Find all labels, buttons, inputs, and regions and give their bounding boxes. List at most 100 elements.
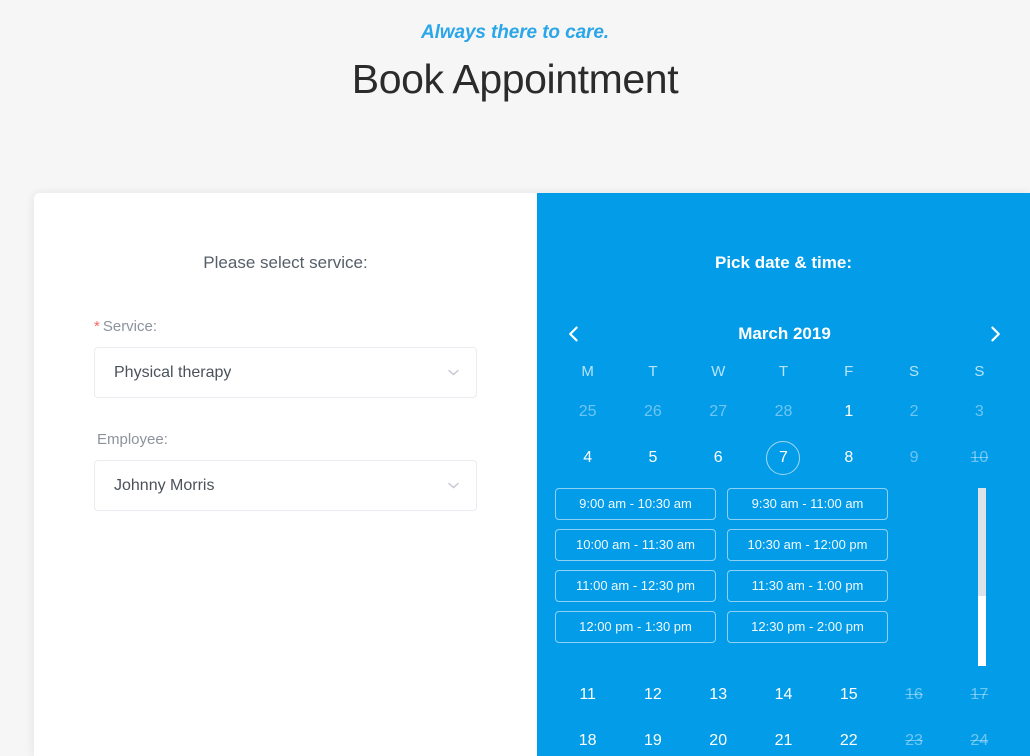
calendar-panel: Pick date & time: March 2019 MTWTFSS 25 2… [537,193,1030,756]
calendar-day-cell[interactable]: 20 [686,724,751,756]
weekday-header-row: MTWTFSS [537,361,1030,383]
calendar-day-cell[interactable]: 21 [751,724,816,756]
scrollbar-thumb[interactable] [978,596,986,666]
calendar-day-number: 2 [909,403,919,420]
time-slot-button[interactable]: 11:30 am - 1:00 pm [727,570,888,602]
month-navigation-bar: March 2019 [537,316,1030,352]
calendar-day-number: 28 [774,403,793,420]
calendar-day-number: 21 [774,732,793,749]
calendar-day-cell[interactable]: 15 [816,678,881,712]
calendar-day-cell: 23 [881,724,946,756]
calendar-weeks-tail: 11 12 13 14 15 16 17 18 19 20 21 22 23 24 [537,678,1030,756]
calendar-week-row: 11 12 13 14 15 16 17 [537,678,1030,712]
calendar-day-cell[interactable]: 18 [555,724,620,756]
calendar-weeks: 25 26 27 28 1 2 3 4 5 6 7 8 9 10 [537,395,1030,475]
chevron-left-icon[interactable] [561,321,587,347]
weekday-cell: F [844,363,854,380]
time-slot-button[interactable]: 12:30 pm - 2:00 pm [727,611,888,643]
service-select[interactable]: Physical therapy [94,347,477,398]
calendar-week-row: 25 26 27 28 1 2 3 [537,395,1030,429]
service-field-group: * Service: Physical therapy [94,316,477,398]
calendar-day-number: 24 [970,732,989,749]
calendar-panel-heading: Pick date & time: [715,253,852,272]
calendar-day-cell[interactable]: 19 [620,724,685,756]
calendar-day-number: 12 [644,686,662,703]
time-slot-button[interactable]: 10:30 am - 12:00 pm [727,529,888,561]
chevron-right-icon[interactable] [982,321,1008,347]
employee-select-value: Johnny Morris [114,476,215,494]
calendar-day-cell: 10 [947,441,1012,475]
page-header: Always there to care. Book Appointment [0,0,1030,107]
calendar-day-number: 5 [648,449,658,466]
calendar-day-number: 3 [974,403,984,420]
calendar-day-cell: 25 [555,395,620,429]
calendar-day-number: 25 [578,403,597,420]
weekday-cell: S [974,363,985,380]
calendar-day-cell: 9 [881,441,946,475]
employee-label-text: Employee: [97,431,168,448]
calendar-day-cell: 17 [947,678,1012,712]
calendar-day-number: 8 [844,449,854,466]
calendar-day-cell[interactable]: 4 [555,441,620,475]
service-select-value: Physical therapy [114,363,232,381]
calendar-day-number: 23 [905,732,923,749]
time-slot-button[interactable]: 11:00 am - 12:30 pm [555,570,716,602]
booking-card: Please select service: * Service: Physica… [34,193,1030,756]
calendar-day-number: 18 [578,732,597,749]
calendar-day-number: 7 [766,441,801,475]
calendar-day-cell: 28 [751,395,816,429]
calendar-day-cell: 26 [620,395,685,429]
calendar-day-number: 14 [774,686,793,703]
calendar-day-number: 17 [970,686,989,703]
service-panel-heading: Please select service: [203,253,368,272]
weekday-cell: M [581,363,594,380]
service-field-label: * Service: [94,316,477,338]
time-slot-button[interactable]: 9:00 am - 10:30 am [555,488,716,520]
time-slot-button[interactable]: 9:30 am - 11:00 am [727,488,888,520]
page-title: Book Appointment [351,56,679,102]
calendar-day-number: 26 [644,403,662,420]
time-slots-grid: 9:00 am - 10:30 am 9:30 am - 11:00 am 10:0… [555,488,889,643]
calendar-day-number: 19 [644,732,662,749]
calendar-day-cell[interactable]: 6 [686,441,751,475]
calendar-day-number: 13 [709,686,728,703]
calendar-day-cell[interactable]: 14 [751,678,816,712]
calendar-day-cell[interactable]: 7 [751,441,816,475]
time-slot-button[interactable]: 12:00 pm - 1:30 pm [555,611,716,643]
calendar-week-row: 4 5 6 7 8 9 10 [537,441,1030,475]
weekday-cell: S [909,363,920,380]
calendar-day-cell[interactable]: 22 [816,724,881,756]
calendar-day-number: 6 [713,449,723,466]
required-asterisk-icon: * [94,318,100,335]
calendar-day-number: 27 [709,403,728,420]
calendar-day-number: 15 [839,686,858,703]
employee-field-group: Employee: Johnny Morris [94,429,477,511]
calendar-day-cell[interactable]: 12 [620,678,685,712]
calendar-day-cell: 2 [881,395,946,429]
service-label-text: Service: [102,318,158,335]
time-slots-scrollbar[interactable] [978,488,986,666]
calendar-week-row: 18 19 20 21 22 23 24 [537,724,1030,756]
calendar-day-cell[interactable]: 5 [620,441,685,475]
chevron-down-icon [447,366,460,379]
calendar-day-cell[interactable]: 1 [816,395,881,429]
time-slot-button[interactable]: 10:00 am - 11:30 am [555,529,716,561]
service-panel: Please select service: * Service: Physica… [34,193,537,756]
calendar-day-number: 9 [909,449,919,466]
calendar-day-number: 16 [905,686,923,703]
chevron-down-icon [447,479,460,492]
calendar-day-number: 11 [579,686,596,703]
calendar-day-number: 22 [839,732,858,749]
calendar-day-cell: 16 [881,678,946,712]
calendar-day-cell[interactable]: 8 [816,441,881,475]
calendar-day-number: 1 [844,403,854,420]
tagline: Always there to care. [421,22,609,43]
calendar-day-cell[interactable]: 11 [555,678,620,712]
calendar-day-cell[interactable]: 13 [686,678,751,712]
employee-select[interactable]: Johnny Morris [94,460,477,511]
weekday-cell: T [778,363,789,380]
calendar-day-number: 10 [970,449,989,466]
time-slots-area: 9:00 am - 10:30 am 9:30 am - 11:00 am 10:0… [537,488,1030,666]
calendar-day-cell: 3 [947,395,1012,429]
weekday-cell: W [711,363,726,380]
